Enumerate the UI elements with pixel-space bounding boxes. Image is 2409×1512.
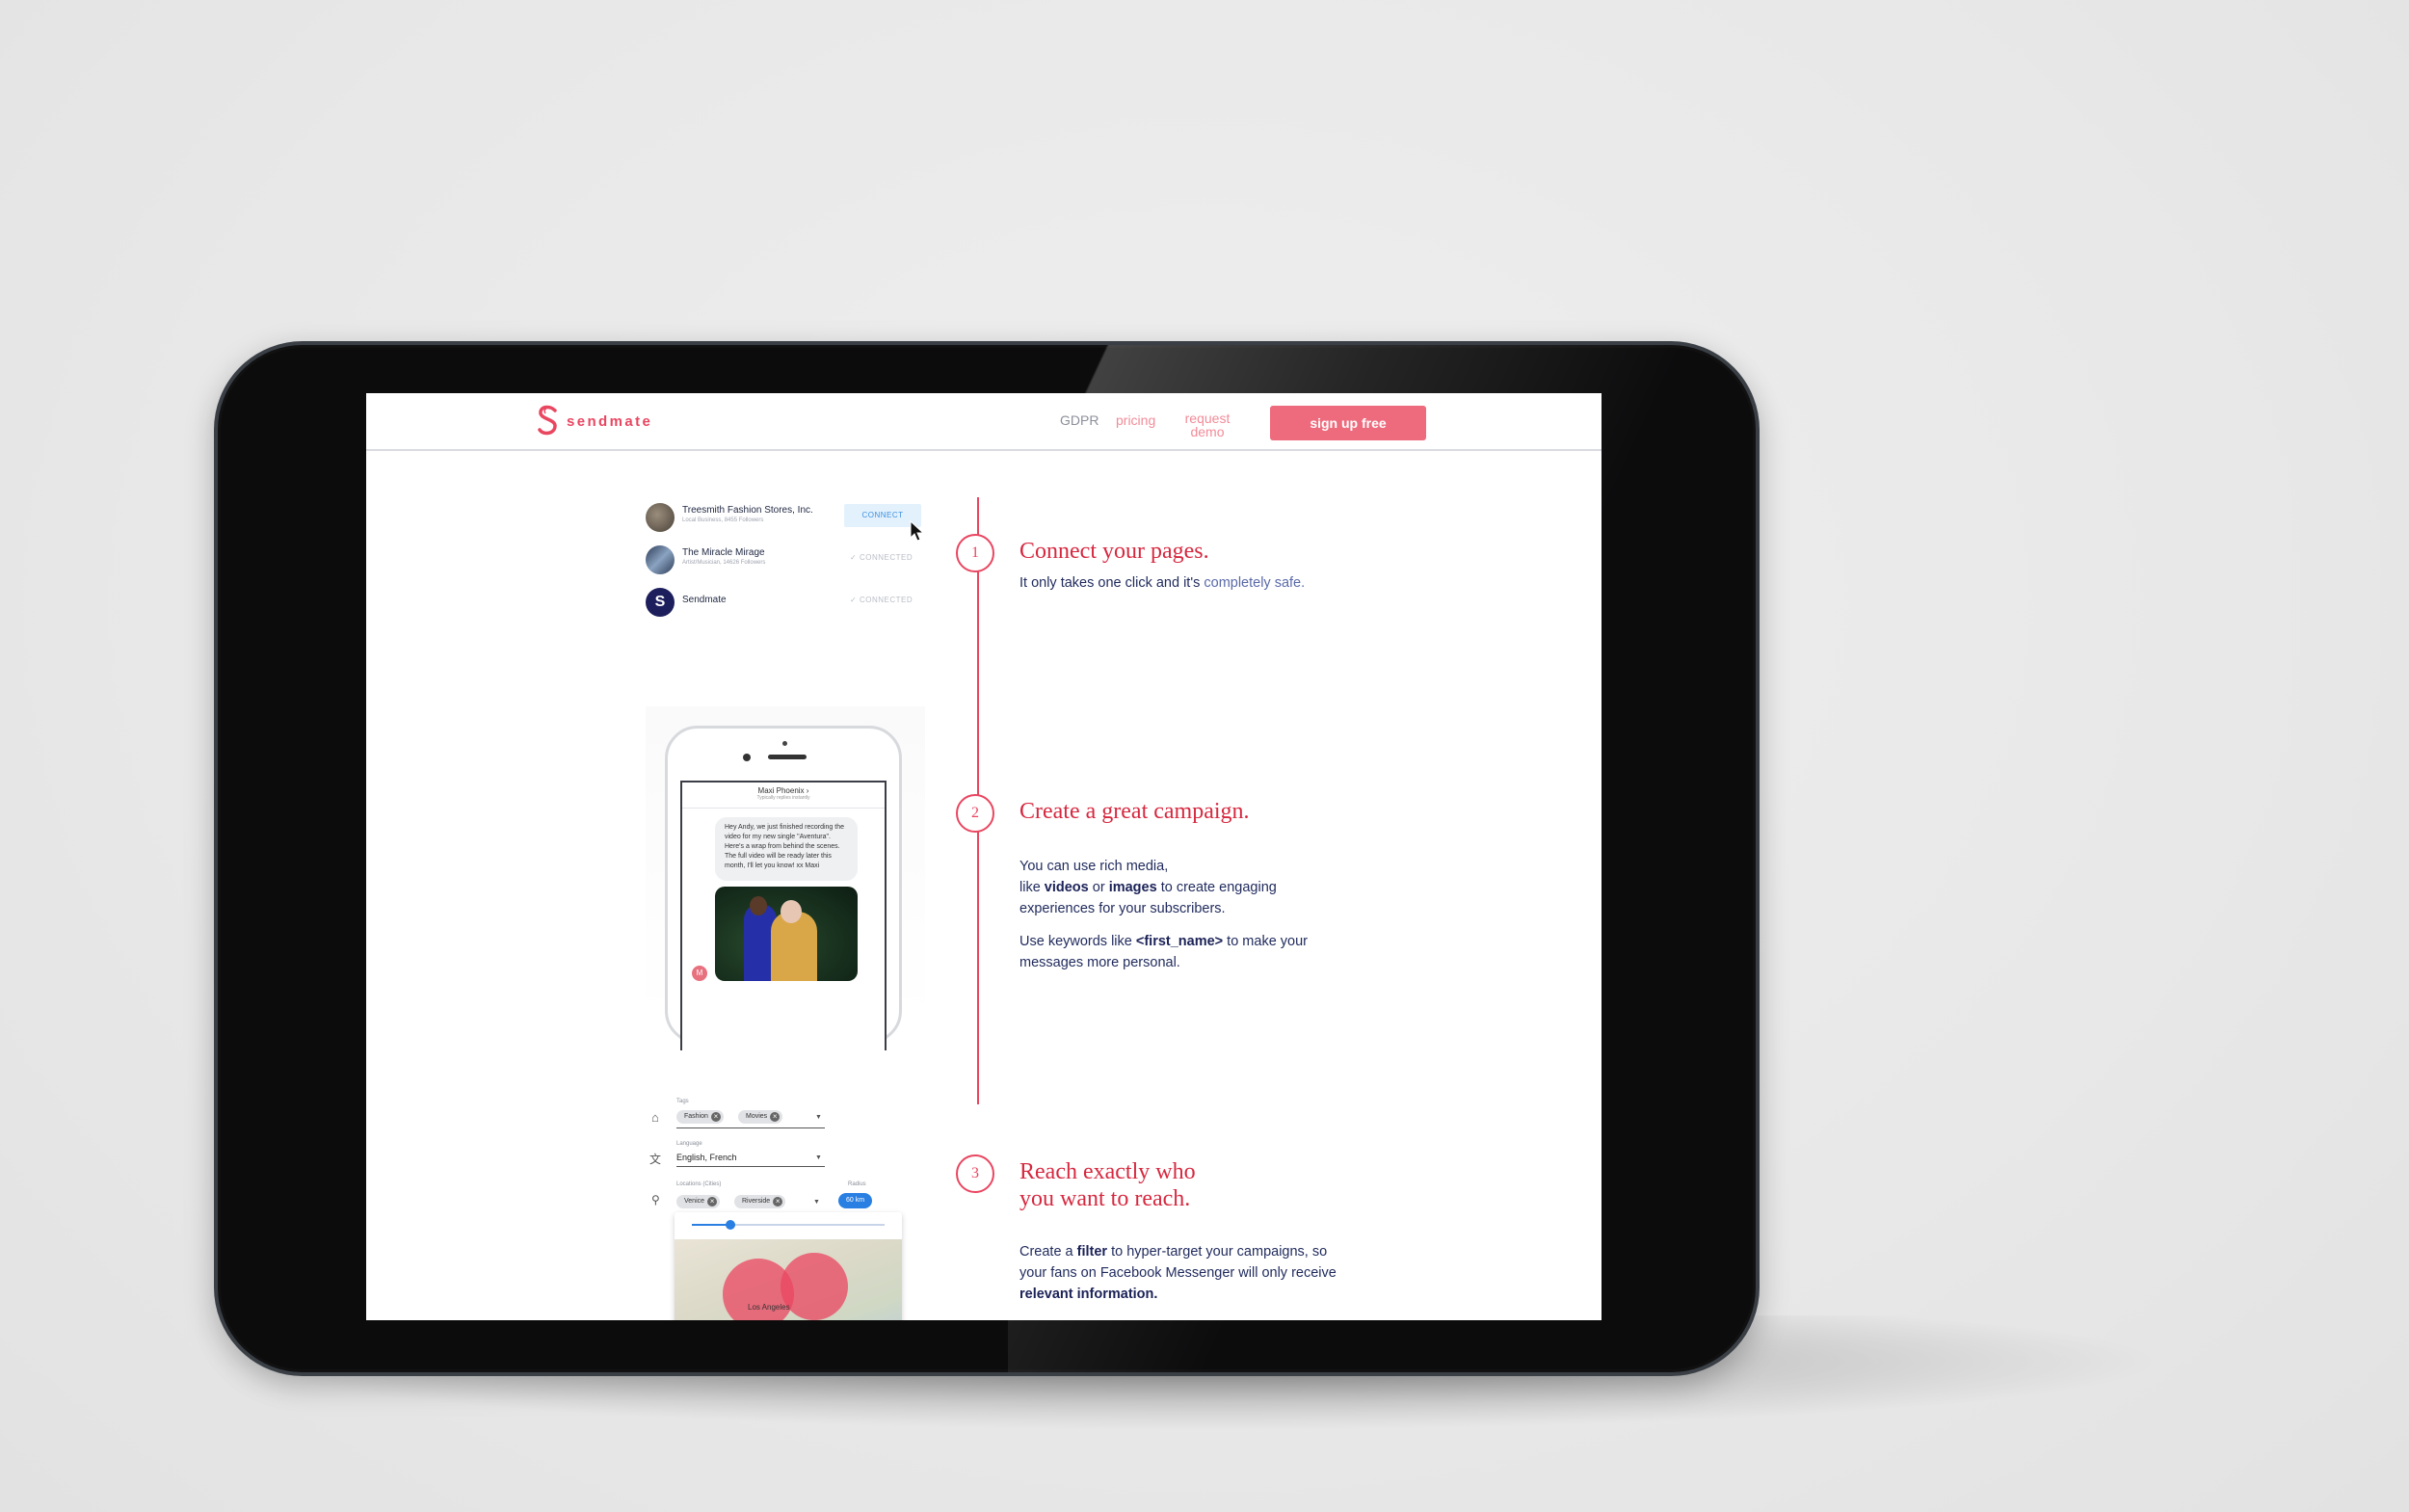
step-2-text-2: Use keywords like <first_name> to make y… [1019, 934, 1308, 970]
page-name: Treesmith Fashion Stores, Inc. [682, 505, 813, 516]
page-row: S Sendmate ✓ CONNECTED [646, 584, 935, 619]
location-chip[interactable]: Riverside [734, 1195, 786, 1208]
translate-icon: 文 [649, 1153, 662, 1166]
map-image: Los Angeles [675, 1239, 902, 1320]
phone-sensor [782, 741, 787, 746]
tags-label: Tags [676, 1099, 689, 1104]
locations-dropdown-icon[interactable]: ▼ [813, 1199, 820, 1206]
web-page: sendmate GDPR pricing request demo sign … [366, 393, 1602, 1320]
page-subtitle: Local Business, 8455 Followers [682, 517, 764, 523]
step-2-title: Create a great campaign. [1019, 799, 1250, 824]
nav-pricing-link[interactable]: pricing [1116, 412, 1155, 428]
tag-icon: ⌂ [651, 1110, 659, 1125]
step-2-number: 2 [956, 794, 994, 833]
mouse-cursor-icon [910, 520, 925, 542]
language-dropdown-icon[interactable]: ▼ [815, 1154, 822, 1161]
top-navigation: sendmate GDPR pricing request demo sign … [366, 393, 1602, 451]
location-map[interactable]: Los Angeles [675, 1212, 902, 1320]
phone-speaker [768, 755, 807, 759]
page-row: The Miracle Mirage Artist/Musician, 1462… [646, 542, 935, 576]
phone-body: Maxi Phoenix › Typically replies instant… [665, 726, 902, 1050]
page-name: Sendmate [682, 595, 727, 605]
messenger-chat: Maxi Phoenix › Typically replies instant… [680, 781, 887, 1050]
nav-gdpr-link[interactable]: GDPR [1060, 412, 1099, 428]
connected-label: CONNECTED [859, 553, 913, 562]
tags-underline [676, 1127, 825, 1128]
audience-filters: Tags ⌂ Fashion Movies ▼ Language 文 Engli… [646, 1097, 935, 1320]
chat-header: Maxi Phoenix › Typically replies instant… [682, 783, 885, 809]
step-1-title: Connect your pages. [1019, 539, 1209, 564]
nav-request-demo-link[interactable]: request demo [1183, 411, 1231, 438]
sender-avatar: M [692, 966, 707, 981]
map-place-label: Los Angeles [748, 1303, 790, 1312]
language-label: Language [676, 1141, 702, 1147]
locations-label: Locations (Cities) [676, 1181, 722, 1187]
location-chip[interactable]: Venice [676, 1195, 721, 1208]
sendmate-avatar: S [646, 588, 675, 617]
tag-chip[interactable]: Movies [738, 1110, 783, 1124]
step-3-title: Reach exactly who you want to reach. [1019, 1159, 1196, 1211]
location-pin-icon: ⚲ [651, 1193, 660, 1207]
page-name: The Miracle Mirage [682, 547, 765, 558]
page-row: Treesmith Fashion Stores, Inc. Local Bus… [646, 499, 935, 534]
step-1-text: It only takes one click and it's complet… [1019, 575, 1306, 591]
page-avatar [646, 503, 675, 532]
language-value[interactable]: English, French [676, 1153, 737, 1162]
sendmate-logo-icon [538, 405, 557, 436]
radius-label: Radius [848, 1181, 866, 1187]
facebook-pages-list: Treesmith Fashion Stores, Inc. Local Bus… [646, 499, 935, 634]
step-1-number: 1 [956, 534, 994, 572]
message-photo [715, 887, 858, 981]
connected-status: ✓ CONNECTED [850, 553, 913, 562]
page-subtitle: Artist/Musician, 14626 Followers [682, 560, 766, 566]
chat-contact-name: Maxi Phoenix › [757, 786, 809, 795]
tags-dropdown-icon[interactable]: ▼ [815, 1114, 822, 1121]
tag-chip[interactable]: Fashion [676, 1110, 724, 1124]
radius-circle [781, 1253, 848, 1320]
chat-status: Typically replies instantly [756, 795, 810, 801]
brand-name: sendmate [567, 412, 653, 430]
phone-camera [743, 754, 751, 761]
phone-mockup: Maxi Phoenix › Typically replies instant… [646, 706, 925, 1050]
page-avatar [646, 545, 675, 574]
language-underline [676, 1166, 825, 1167]
step-3-text: Create a filter to hyper-target your cam… [1019, 1244, 1337, 1302]
step-3-number: 3 [956, 1154, 994, 1193]
radius-badge[interactable]: 60 km [838, 1193, 873, 1208]
radius-slider-fill [692, 1224, 730, 1226]
connected-label: CONNECTED [859, 596, 913, 604]
step-2-text-1: You can use rich media, like videos or i… [1019, 859, 1277, 916]
sign-up-button[interactable]: sign up free [1270, 406, 1426, 440]
message-bubble: Hey Andy, we just finished recording the… [715, 817, 858, 881]
brand-logo[interactable]: sendmate [536, 405, 652, 438]
connected-status: ✓ CONNECTED [850, 596, 913, 604]
radius-slider-thumb[interactable] [726, 1220, 735, 1230]
